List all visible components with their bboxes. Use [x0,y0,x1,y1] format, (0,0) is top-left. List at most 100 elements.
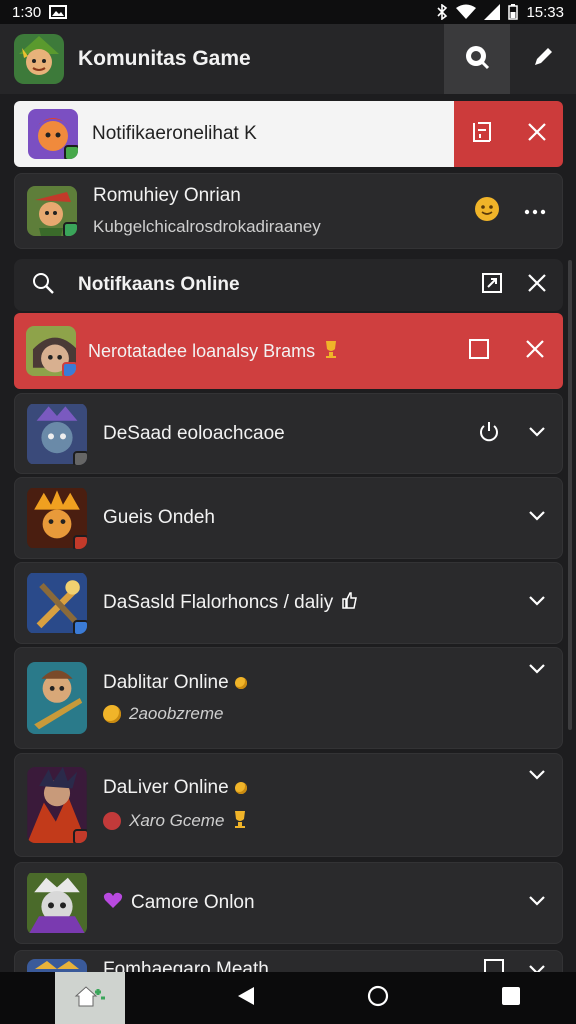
list-item-title: Camore Onlon [131,892,255,913]
badge-icon [73,620,87,634]
list-item-actions [528,662,546,680]
scrollbar[interactable] [568,260,572,730]
emoji-icon [103,705,121,723]
checkbox-icon[interactable] [469,338,489,364]
search-chat-icon [463,43,491,76]
highlight-label: Nerotatadee loanalsy Brams [88,340,316,361]
toast-avatar [28,109,78,159]
list-item-title-row: Dablitar Online [103,672,528,694]
emoji-icon[interactable] [474,196,500,227]
badge-icon [73,535,87,549]
close-icon[interactable] [527,122,547,147]
page-title: Komunitas Game [78,47,251,70]
bottom-nav [0,972,576,1024]
chevron-down-icon[interactable] [528,594,546,612]
list-item-actions [528,894,546,912]
list-item[interactable]: DeSaad eoloachcaoe [14,393,563,474]
thumbs-up-icon [341,591,358,615]
list-item[interactable]: Gueis Ondeh [14,477,563,559]
highlight-actions [469,338,545,364]
list-item-title-row: DaLiver Online [103,777,528,799]
coin-icon [234,677,247,689]
power-icon[interactable] [478,420,500,447]
list-item-text: DaLiver Online Xaro Gceme [103,777,528,834]
chevron-down-icon[interactable] [528,509,546,527]
list-item[interactable]: DaLiver Online Xaro Gceme [14,753,563,857]
list-item[interactable]: DaSasld Flalorhoncs / daliy [14,562,563,644]
badge-icon [62,362,76,376]
coin-icon [234,781,247,794]
list-avatar [27,572,87,634]
card-avatar [27,186,77,236]
battery-icon [508,4,519,20]
search-label: Notifkaans Online [78,274,240,295]
close-icon[interactable] [525,339,545,364]
card-actions [474,196,546,227]
list-avatar [27,403,87,465]
signal-icon [484,4,501,20]
badge-icon [73,829,87,843]
list-item-text: Camore Onlon [103,891,528,915]
list-item-text: Dablitar Online 2aoobzreme [103,672,528,724]
list-item-actions [478,420,546,447]
highlight-avatar [26,326,76,376]
back-icon[interactable] [236,985,256,1012]
search-chat-button[interactable] [444,24,510,94]
chevron-down-icon[interactable] [528,425,546,443]
list-item-actions [528,509,546,527]
more-icon[interactable] [524,202,546,220]
list-item-title: DaSasld Flalorhoncs / daliy [103,592,334,613]
chevron-down-icon[interactable] [528,662,546,680]
status-bar: 1:30 15:33 [0,0,576,24]
search-row[interactable]: Notifkaans Online [14,259,563,311]
card-text: Romuhiey Onrian Kubgelchicalrosdrokadira… [93,185,474,237]
square-recents-icon[interactable] [501,986,521,1011]
notification-toast[interactable]: Notifikaeronelihat K [14,101,563,167]
highlighted-item[interactable]: Nerotatadee loanalsy Brams [14,313,563,389]
list-item-actions [528,768,546,786]
close-icon[interactable] [527,273,547,298]
list-item[interactable]: Dablitar Online 2aoobzreme [14,647,563,749]
card-subtitle: Kubgelchicalrosdrokadiraaney [93,217,321,236]
chevron-down-icon[interactable] [528,894,546,912]
edit-pencil-icon [531,45,555,74]
home-tab[interactable] [55,972,126,1024]
featured-card[interactable]: Romuhiey Onrian Kubgelchicalrosdrokadira… [14,173,563,249]
list-avatar [27,767,87,843]
list-item-title: Gueis Ondeh [103,507,215,528]
toast-actions [454,101,563,167]
status-clock: 15:33 [526,3,564,21]
heart-icon [103,891,123,915]
highlight-text: Nerotatadee loanalsy Brams [88,339,469,364]
trophy-icon [323,339,339,364]
image-icon [49,5,68,19]
external-box-icon[interactable] [481,272,503,299]
list-item-subtitle: Xaro Gceme [129,811,225,830]
wifi-icon [456,4,477,20]
list-item-title: DaLiver Online [103,776,229,798]
list-item-subtitle-row: Xaro Gceme [103,809,528,834]
trophy-icon [232,809,248,834]
bluetooth-icon [436,4,448,20]
record-icon [103,812,121,830]
app-bar: Komunitas Game [0,24,576,94]
home-icon [73,984,107,1013]
list-item[interactable]: Camore Onlon [14,862,563,944]
list-avatar [27,487,87,549]
list-avatar [27,871,87,935]
game-avatar-icon[interactable] [14,34,64,84]
clipboard-icon[interactable] [470,120,494,149]
edit-button[interactable] [510,24,576,94]
list-avatar [27,662,87,734]
toast-text: Notifikaeronelihat K [92,123,257,144]
chevron-down-icon[interactable] [528,768,546,786]
list-item-title: Dablitar Online [103,672,229,693]
card-title: Romuhiey Onrian [93,185,241,206]
list-item-subtitle-row: 2aoobzreme [103,704,528,724]
toast-body: Notifikaeronelihat K [14,101,454,167]
circle-home-icon[interactable] [366,984,390,1013]
badge-icon [64,145,78,159]
list-item-subtitle: 2aoobzreme [129,704,224,723]
list-item-title-row: DaSasld Flalorhoncs / daliy [103,591,528,615]
search-icon[interactable] [32,272,54,299]
